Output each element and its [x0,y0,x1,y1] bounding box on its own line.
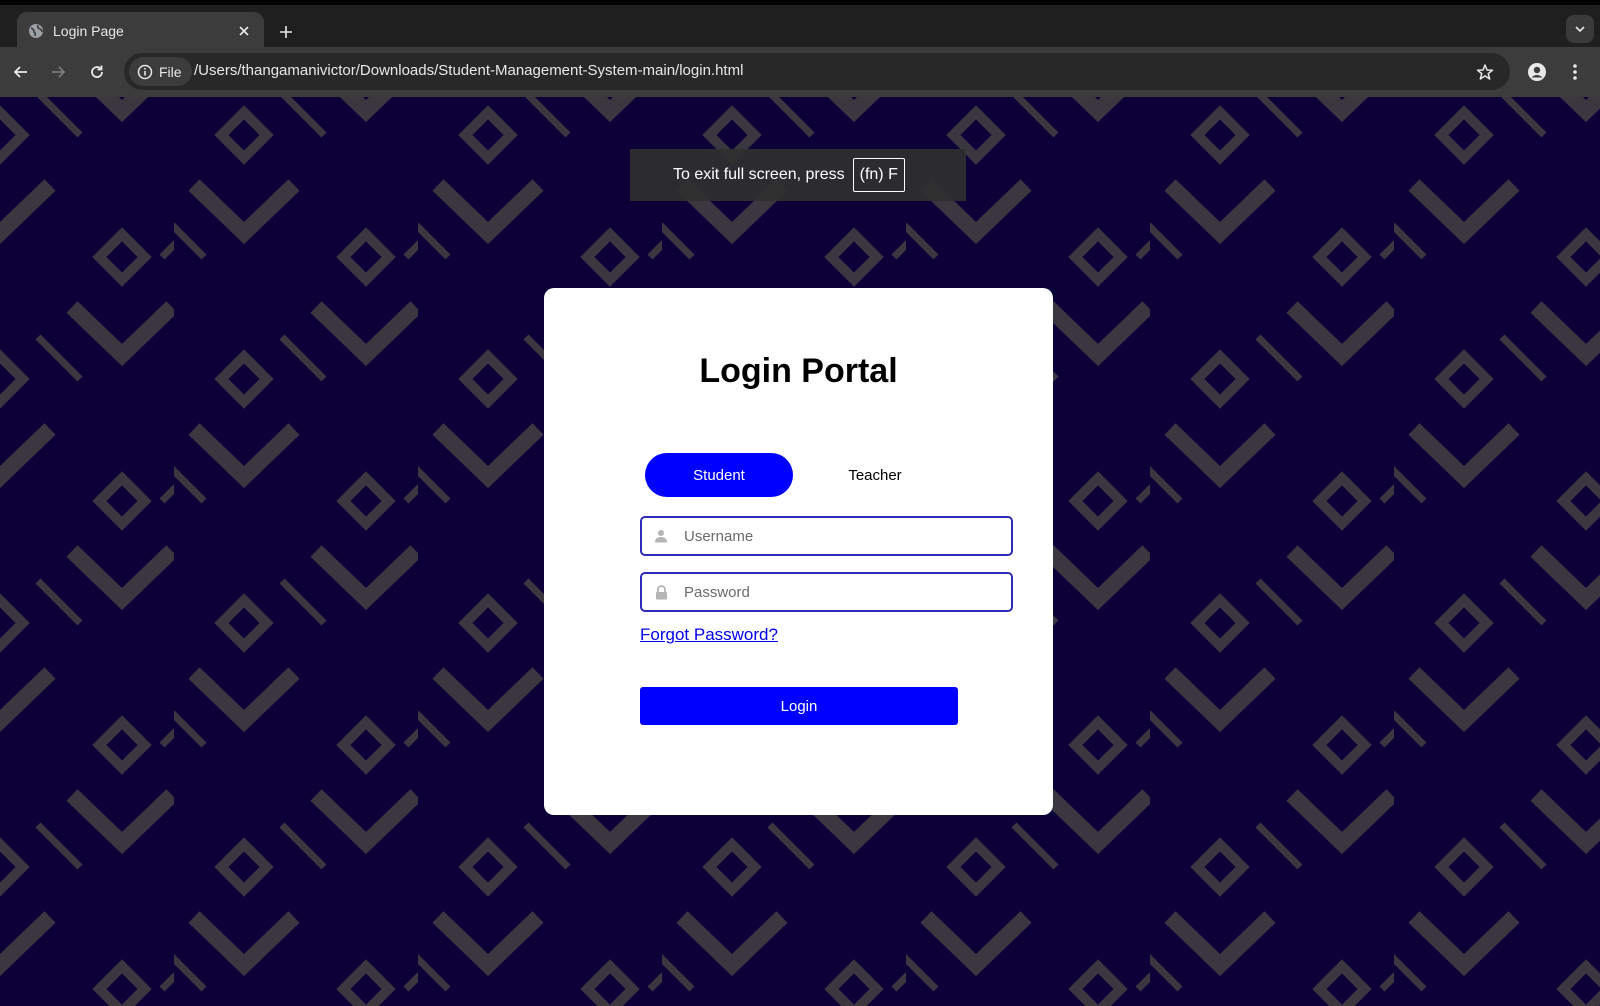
plus-icon [280,26,292,38]
chevron-down-icon [1575,26,1585,33]
back-button[interactable] [7,58,35,86]
password-field[interactable] [640,572,1013,612]
tab-login-page[interactable]: Login Page [17,12,264,50]
site-info-chip[interactable]: File [129,57,192,86]
reload-button[interactable] [83,58,111,86]
close-tab-icon[interactable] [234,21,254,41]
tab-search-button[interactable] [1566,15,1594,43]
page-viewport: To exit full screen, press (fn) F Login … [0,97,1600,1006]
login-button[interactable]: Login [640,687,958,725]
password-input[interactable] [680,574,1011,610]
reload-icon [91,65,103,78]
fullscreen-notice: To exit full screen, press (fn) F [630,149,966,201]
browser-menu-button[interactable] [1561,58,1589,86]
username-field[interactable] [640,516,1013,556]
fullscreen-notice-text: To exit full screen, press [673,166,845,183]
arrow-left-icon [13,66,27,78]
page-title: Login Portal [699,352,898,390]
tab-title: Login Page [53,23,124,39]
address-bar[interactable]: File /Users/thangamanivictor/Downloads/S… [124,53,1510,90]
bookmark-button[interactable] [1472,59,1498,85]
tab-strip: Login Page [0,5,1600,50]
arrow-right-icon [52,66,66,78]
more-vertical-icon [1573,64,1577,80]
new-tab-button[interactable] [273,19,299,45]
role-teacher-button[interactable]: Teacher [801,453,949,497]
forgot-password-link[interactable]: Forgot Password? [640,625,778,645]
username-input[interactable] [680,518,1011,554]
fullscreen-key-hint: (fn) F [852,158,905,192]
url-text[interactable]: /Users/thangamanivictor/Downloads/Studen… [194,62,743,79]
profile-button[interactable] [1523,58,1551,86]
info-icon [137,64,153,79]
browser-toolbar: File /Users/thangamanivictor/Downloads/S… [0,47,1600,97]
star-icon [1476,64,1494,80]
profile-icon [1528,63,1546,81]
globe-icon [28,23,44,39]
site-chip-label: File [159,63,182,80]
login-card: Login Portal Student Teacher Forgot Pass… [544,288,1053,815]
forward-button[interactable] [44,58,72,86]
user-icon [642,529,680,543]
role-student-button[interactable]: Student [645,453,793,497]
lock-icon [642,584,680,600]
